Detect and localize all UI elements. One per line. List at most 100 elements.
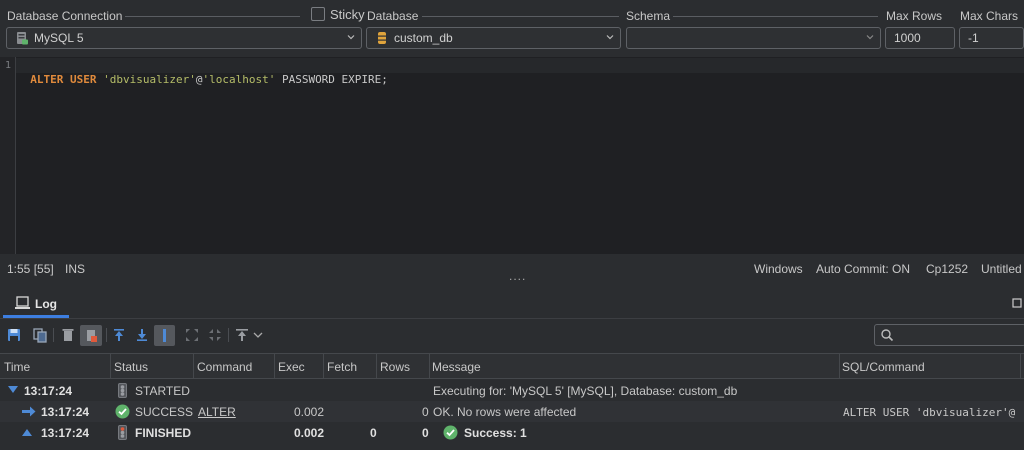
success-check-icon [443,425,458,440]
column-divider [274,354,275,379]
max-rows-input[interactable]: 1000 [885,27,955,49]
expand-arrow-icon[interactable] [8,386,18,394]
string-literal: 'localhost' [202,73,276,86]
row-fetch: 0 [370,426,377,440]
traffic-light-red-icon [118,425,127,440]
column-header-rows[interactable]: Rows [380,360,410,374]
row-exec: 0.002 [294,405,325,419]
database-connection-icon [17,32,28,45]
collapse-arrow-icon[interactable] [22,429,32,436]
column-header-sql-command[interactable]: SQL/Command [842,360,925,374]
max-chars-value: -1 [968,31,979,45]
chevron-down-icon [866,35,874,40]
log-tab-bar [0,290,1024,319]
line-endings[interactable]: Windows [754,262,803,276]
row-message: OK. No rows were affected [433,405,577,419]
separator [125,16,300,17]
chevron-down-icon [606,35,614,40]
row-status: SUCCESS [135,405,194,419]
database-icon [378,32,386,44]
chevron-down-icon [347,35,355,40]
log-search-input[interactable] [874,324,1024,346]
column-divider [110,354,111,379]
column-header-command[interactable]: Command [197,360,252,374]
column-header-time[interactable]: Time [4,360,30,374]
connection-value: MySQL 5 [34,31,84,45]
database-label: Database [367,9,419,23]
panel-splitter[interactable]: .... [509,270,526,282]
row-time: 13:17:24 [41,426,90,440]
maximize-icon[interactable] [1012,298,1022,308]
log-icon [15,296,30,309]
schema-label: Schema [626,9,671,23]
sql-code-line: ALTER USER 'dbvisualizer'@'localhost' PA… [17,59,388,87]
max-chars-input[interactable]: -1 [959,27,1024,49]
expand-all-icon[interactable] [183,326,201,344]
separator [422,16,619,17]
row-rows: 0 [422,426,429,440]
row-status: FINISHED [135,426,192,440]
log-toolbar [0,320,1024,350]
clear-log-button[interactable] [80,325,102,346]
encoding[interactable]: Cp1252 [926,262,968,276]
sticky-label[interactable]: Sticky [330,8,365,22]
database-value: custom_db [394,31,453,45]
column-divider [376,354,377,379]
row-rows: 0 [422,405,429,419]
schema-select[interactable] [626,27,881,49]
row-exec: 0.002 [294,426,325,440]
insert-mode: INS [65,262,86,276]
column-divider [839,354,840,379]
arrow-right-icon [22,406,36,417]
table-row[interactable]: 13:17:24 FINISHED 0.002 0 0 Success: 1 [0,422,1024,443]
column-divider [193,354,194,379]
auto-commit-status[interactable]: Auto Commit: ON [816,262,910,276]
trash-icon[interactable] [59,326,77,344]
copy-icon[interactable] [31,326,49,344]
string-literal: 'dbvisualizer' [103,73,196,86]
column-header-exec[interactable]: Exec [278,360,305,374]
table-row[interactable]: 13:17:24 SUCCESS ALTER 0.002 0 OK. No ro… [0,401,1024,422]
line-number: 1 [5,60,12,71]
success-check-icon [115,404,130,419]
toolbar-divider [228,328,229,342]
sticky-checkbox[interactable] [311,7,325,21]
collapse-all-icon[interactable] [206,326,224,344]
connection-select[interactable]: MySQL 5 [6,27,362,49]
column-header-message[interactable]: Message [432,360,481,374]
table-row[interactable]: 13:17:24 STARTED Executing for: 'MySQL 5… [0,380,1024,401]
max-rows-value: 1000 [894,31,921,45]
column-divider [323,354,324,379]
tab-log-label: Log [35,297,57,311]
max-rows-label: Max Rows [886,9,943,23]
cursor-position: 1:55 [55] [7,262,54,276]
editor-gutter [0,57,16,254]
db-connection-label: Database Connection [7,9,123,23]
document-name: Untitled [981,262,1022,276]
column-divider [1020,354,1021,379]
row-sql-command: ALTER USER 'dbvisualizer'@ [843,406,1016,419]
scroll-bottom-icon[interactable] [133,326,151,344]
column-divider [429,354,430,379]
keyword: ALTER [30,73,64,86]
follow-log-toggle[interactable] [154,325,175,346]
filter-icon[interactable] [233,326,251,344]
scroll-top-icon[interactable] [110,326,128,344]
row-time: 13:17:24 [41,405,90,419]
row-command-link[interactable]: ALTER [198,405,236,419]
toolbar-divider [106,328,107,342]
keyword: USER [70,73,97,86]
save-icon[interactable] [5,326,23,344]
column-header-fetch[interactable]: Fetch [327,360,357,374]
separator [673,16,878,17]
max-chars-label: Max Chars [960,9,1019,23]
row-time: 13:17:24 [24,384,73,398]
active-tab-indicator [3,315,69,318]
row-message: Success: 1 [464,426,527,440]
tab-log[interactable]: Log [3,291,69,318]
search-icon [881,329,894,342]
database-select[interactable]: custom_db [366,27,621,49]
toolbar-divider [53,328,54,342]
column-header-status[interactable]: Status [114,360,148,374]
chevron-down-icon[interactable] [252,326,264,344]
